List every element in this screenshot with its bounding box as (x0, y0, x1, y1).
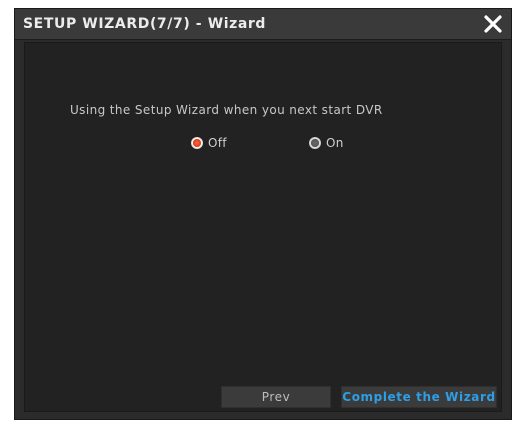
prev-button[interactable]: Prev (221, 386, 331, 408)
dialog-titlebar: SETUP WIZARD(7/7) - Wizard (15, 9, 511, 40)
radio-on-label: On (326, 136, 344, 150)
wizard-message: Using the Setup Wizard when you next sta… (70, 103, 383, 117)
close-button[interactable] (481, 12, 505, 36)
close-icon (484, 15, 502, 33)
wizard-content-panel: Using the Setup Wizard when you next sta… (24, 42, 502, 412)
complete-wizard-button[interactable]: Complete the Wizard (341, 386, 497, 408)
radio-on-option[interactable]: On (309, 135, 344, 151)
radio-off-label: Off (208, 136, 227, 150)
radio-off-option[interactable]: Off (191, 135, 227, 151)
setup-wizard-dialog: SETUP WIZARD(7/7) - Wizard Using the Set… (14, 8, 512, 420)
radio-unselected-icon (309, 137, 321, 149)
radio-selected-icon (191, 137, 203, 149)
background-edge (0, 0, 14, 426)
dialog-title: SETUP WIZARD(7/7) - Wizard (23, 16, 267, 32)
